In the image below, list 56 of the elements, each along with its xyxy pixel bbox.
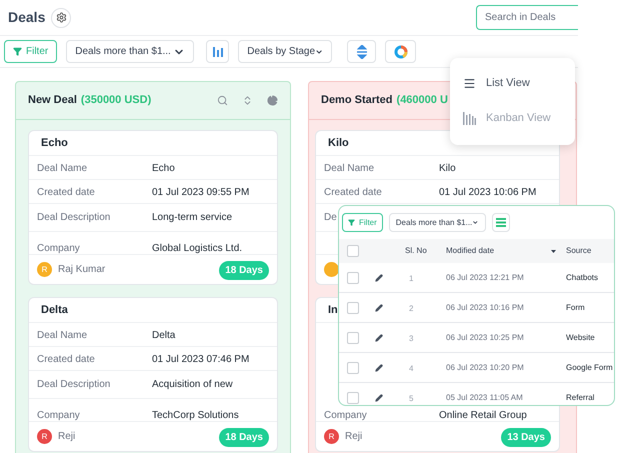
row-number: 1 bbox=[408, 272, 414, 284]
owner-name: Reji bbox=[345, 430, 362, 444]
field-label: Company bbox=[37, 242, 80, 254]
days-badge: 18 Days bbox=[219, 261, 269, 280]
field-label: Company bbox=[37, 409, 80, 421]
table-cell: Referral bbox=[566, 392, 594, 404]
field-label: Created date bbox=[37, 353, 95, 367]
days-badge: 18 Days bbox=[219, 428, 269, 447]
stage-amount: (460000 U bbox=[396, 93, 448, 108]
card-title: Kilo bbox=[328, 136, 349, 151]
row-number: 3 bbox=[408, 332, 414, 344]
table-cell-text: 06 Jul 2023 10:25 PM bbox=[446, 332, 525, 344]
row-number: 2 bbox=[408, 302, 414, 314]
field-label: De bbox=[324, 211, 337, 225]
field-value: Long-term service bbox=[152, 211, 232, 225]
table-cell-text: 05 Jul 2023 11:05 AM bbox=[446, 392, 524, 404]
owner-name: Reji bbox=[58, 430, 76, 444]
field-value: Kilo bbox=[439, 162, 456, 176]
field-label: Deal Name bbox=[37, 162, 88, 176]
field-value: Delta bbox=[152, 329, 176, 343]
table-cell: Website bbox=[566, 332, 595, 344]
card-title: In bbox=[328, 302, 338, 318]
table-cell: Form bbox=[566, 302, 585, 314]
avatar: R bbox=[324, 429, 339, 444]
field-value: Global Logistics Ltd. bbox=[152, 242, 242, 254]
owner-name: Raj Kumar bbox=[58, 263, 106, 277]
field-value: Echo bbox=[152, 162, 175, 176]
stage-title: New Deal bbox=[28, 93, 77, 108]
avatar: R bbox=[37, 262, 52, 277]
avatar: R bbox=[37, 429, 52, 444]
table-cell: Chatbots bbox=[566, 272, 598, 284]
table-cell-text: 06 Jul 2023 12:21 PM bbox=[446, 272, 525, 284]
days-badge: 13 Days bbox=[501, 428, 551, 447]
table-cell-text: 06 Jul 2023 10:20 PM bbox=[446, 362, 525, 374]
field-value: Online Retail Group bbox=[439, 409, 527, 421]
field-value: TechCorp Solutions bbox=[152, 409, 239, 421]
card-title: Delta bbox=[41, 302, 68, 318]
field-value: 01 Jul 2023 10:06 PM bbox=[439, 186, 536, 200]
table-cell-text: 06 Jul 2023 10:16 PM bbox=[446, 302, 525, 314]
field-value: 01 Jul 2023 07:46 PM bbox=[152, 353, 250, 367]
field-label: Company bbox=[324, 409, 367, 421]
page-title: Deals bbox=[8, 8, 46, 27]
field-value: Acquisition of new bbox=[152, 378, 233, 392]
row-number: 4 bbox=[408, 362, 414, 374]
card-title: Echo bbox=[41, 136, 68, 151]
row-number: 5 bbox=[408, 392, 414, 404]
field-label: Deal Description bbox=[37, 378, 110, 392]
field-label: Created date bbox=[37, 186, 95, 200]
field-label: Deal Name bbox=[37, 329, 88, 343]
stage-title: Demo Started bbox=[321, 93, 393, 108]
field-label: Deal Name bbox=[324, 162, 374, 176]
field-value: 01 Jul 2023 09:55 PM bbox=[152, 186, 250, 200]
field-label: Deal Description bbox=[37, 211, 110, 225]
stage-amount: (350000 USD) bbox=[80, 93, 152, 108]
table-cell: Google Form bbox=[566, 362, 613, 374]
field-label: Created date bbox=[324, 186, 382, 200]
